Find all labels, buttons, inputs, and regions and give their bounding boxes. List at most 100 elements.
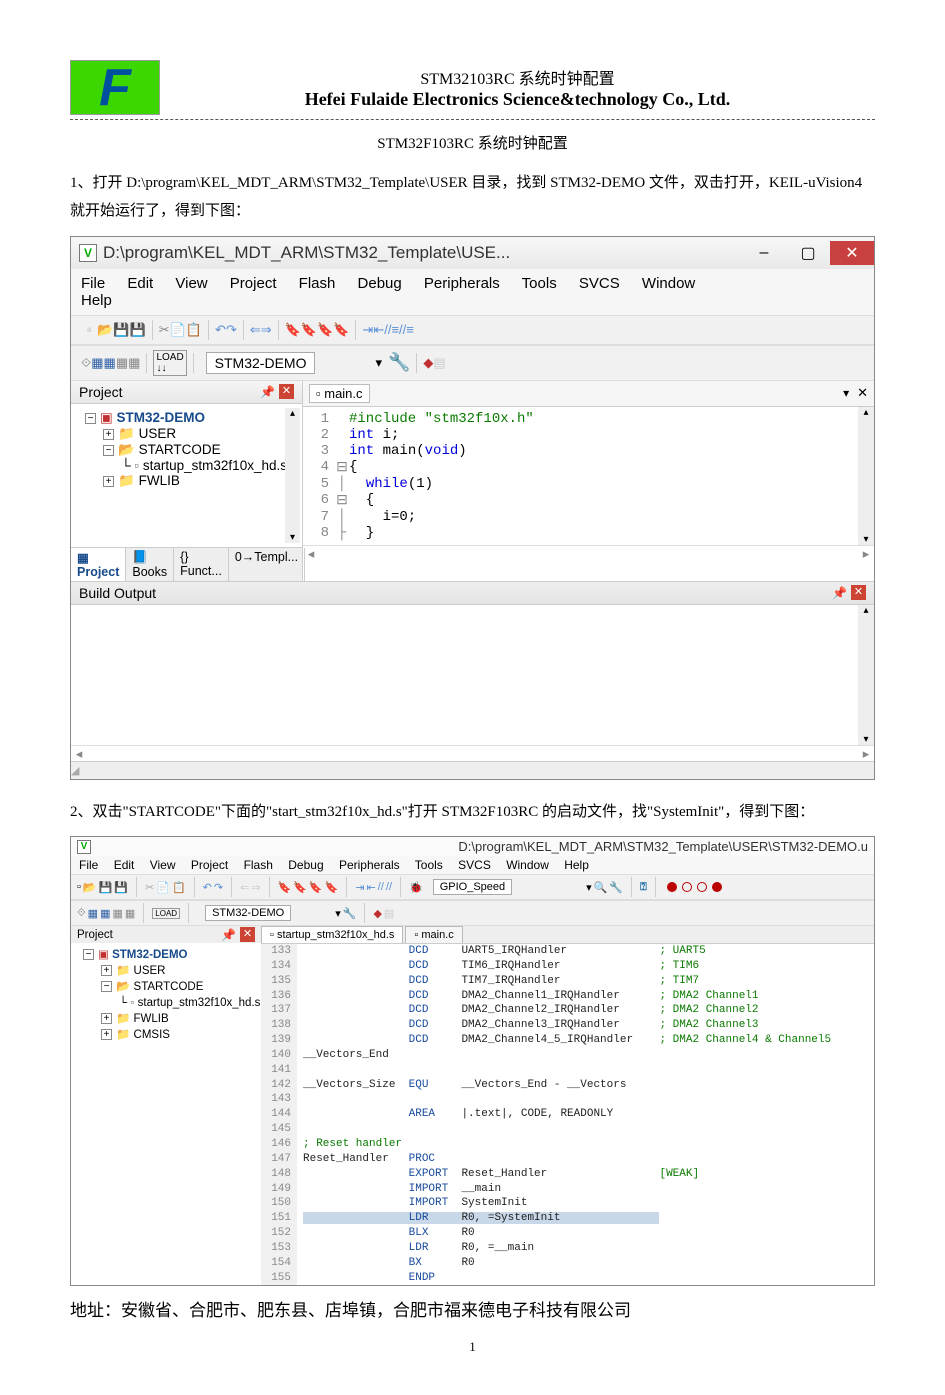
comment-icon[interactable]: // [378, 881, 384, 893]
tree-root[interactable]: STM32-DEMO [112, 949, 187, 961]
hscroll-right-icon[interactable]: ▸ [858, 746, 874, 761]
target-selector[interactable]: STM32-DEMO [206, 352, 316, 374]
outdent-icon[interactable]: ⇤ [367, 881, 376, 894]
find-combo[interactable]: GPIO_Speed [433, 879, 512, 895]
forward-icon[interactable]: ⇒ [251, 881, 260, 894]
menu-flash[interactable]: Flash [244, 858, 273, 872]
paste-icon[interactable]: 📋 [172, 881, 186, 894]
translate-icon[interactable]: ⟐ [77, 907, 86, 920]
stop-icon[interactable]: ▦ [125, 907, 135, 920]
indent-icon[interactable]: ⇥ [355, 881, 364, 894]
tree-user[interactable]: USER [134, 965, 166, 977]
menu-project[interactable]: Project [191, 858, 228, 872]
rebuild-icon[interactable]: ▦ [104, 355, 116, 371]
file-tab-mainc[interactable]: ▫ main.c [405, 926, 462, 943]
menu-help[interactable]: Help [81, 292, 112, 309]
save-icon[interactable]: 💾 [99, 881, 113, 894]
indent-icon[interactable]: ⇥ [362, 322, 373, 338]
menu-edit[interactable]: Edit [127, 275, 153, 292]
project-tree-2[interactable]: −▣ STM32-DEMO +📁 USER −📂 STARTCODE └ ▫ s… [71, 943, 261, 1048]
file-tab-mainc[interactable]: ▫ main.c [309, 384, 370, 403]
saveall-icon[interactable]: 💾 [114, 881, 128, 894]
uncomment-icon[interactable]: //≡ [399, 322, 414, 337]
tree-user[interactable]: USER [139, 426, 177, 441]
tree-root[interactable]: STM32-DEMO [117, 410, 206, 425]
hscroll-left-icon[interactable]: ◂ [71, 746, 87, 761]
menu-window[interactable]: Window [506, 858, 549, 872]
redo-icon[interactable]: ↷ [214, 881, 223, 894]
new-icon[interactable]: ▫ [77, 881, 81, 893]
bookmark-icon[interactable]: 🔖 [278, 881, 292, 894]
open-icon[interactable]: 📂 [83, 881, 97, 894]
menu-file[interactable]: File [81, 275, 105, 292]
bm3-icon[interactable]: 🔖 [309, 881, 323, 894]
tree-startfile[interactable]: startup_stm32f10x_hd.s [138, 997, 261, 1009]
tab-templates[interactable]: 0→Templ... [229, 548, 305, 581]
panel-close-icon[interactable]: ✕ [279, 384, 294, 399]
menu-tools[interactable]: Tools [522, 275, 557, 292]
config2-icon[interactable]: ▤ [384, 907, 394, 920]
menu-edit[interactable]: Edit [114, 858, 135, 872]
project-tree[interactable]: −▣ STM32-DEMO +📁 USER −📂 STARTCODE └ ▫ s… [71, 404, 302, 547]
tree-cmsis[interactable]: CMSIS [134, 1029, 170, 1041]
menu-peripherals[interactable]: Peripherals [339, 858, 400, 872]
tab-functions[interactable]: {} Funct... [174, 548, 229, 581]
find-icon[interactable]: 🔍 [594, 881, 608, 894]
copy-icon[interactable]: 📄 [170, 322, 186, 338]
comment-icon[interactable]: //≡ [384, 322, 399, 337]
undo-icon[interactable]: ↶ [215, 322, 226, 338]
build-icon[interactable]: ▦ [91, 355, 103, 371]
resize-grip-icon[interactable]: ◢ [71, 765, 81, 777]
file-tab-startup[interactable]: ▫ startup_stm32f10x_hd.s [261, 926, 403, 943]
menu-view[interactable]: View [175, 275, 207, 292]
save-icon[interactable]: 💾 [113, 322, 129, 338]
forward-icon[interactable]: ⇒ [261, 322, 272, 338]
tree-startcode[interactable]: STARTCODE [134, 981, 204, 993]
red-dot2-icon[interactable] [712, 882, 722, 892]
menu-project[interactable]: Project [230, 275, 277, 292]
pin-icon[interactable]: 📌 [221, 928, 236, 942]
maximize-button[interactable]: ▢ [786, 241, 830, 265]
bookmark-icon[interactable]: 🔖 [285, 322, 301, 338]
menu-tools[interactable]: Tools [415, 858, 443, 872]
saveall-icon[interactable]: 💾 [130, 322, 146, 338]
scrollbar[interactable]: ▴▾ [285, 408, 300, 543]
target-dropdown-icon[interactable]: ▾ [335, 907, 341, 920]
combo-dropdown-icon[interactable]: ▾ [586, 881, 592, 894]
tab-books[interactable]: 📘 Books [126, 548, 174, 581]
bookmark-clear-icon[interactable]: 🔖 [333, 322, 349, 338]
pin-icon[interactable]: 📌 [832, 586, 847, 600]
open-icon[interactable]: 📂 [97, 322, 113, 338]
target-dropdown-icon[interactable]: ▾ [375, 355, 382, 371]
config1-icon[interactable]: ◆ [423, 355, 433, 371]
red-ring-icon[interactable] [682, 882, 692, 892]
tab-dropdown-icon[interactable]: ▾ [843, 386, 849, 400]
menu-peripherals[interactable]: Peripherals [424, 275, 500, 292]
debug-icon[interactable]: 🐞 [409, 881, 423, 894]
undo-icon[interactable]: ↶ [203, 881, 212, 894]
minimize-button[interactable]: – [742, 241, 786, 265]
panel-close-icon[interactable]: ✕ [851, 585, 866, 600]
batch-icon[interactable]: ▦ [112, 907, 122, 920]
help-icon[interactable]: ⍰ [640, 881, 647, 894]
cut-icon[interactable]: ✂ [145, 881, 154, 894]
rebuild-icon[interactable]: ▦ [100, 907, 110, 920]
bookmark-prev-icon[interactable]: 🔖 [301, 322, 317, 338]
batch-icon[interactable]: ▦ [116, 355, 128, 371]
menu-svcs[interactable]: SVCS [458, 858, 491, 872]
options-icon[interactable]: 🔧 [343, 907, 357, 920]
cut-icon[interactable]: ✂ [159, 322, 170, 338]
copy-icon[interactable]: 📄 [156, 881, 170, 894]
close-button[interactable]: ✕ [830, 241, 874, 265]
menu-view[interactable]: View [150, 858, 176, 872]
back-icon[interactable]: ⇐ [240, 881, 249, 894]
tree-startcode[interactable]: STARTCODE [139, 442, 221, 457]
menu-debug[interactable]: Debug [358, 275, 402, 292]
pin-icon[interactable]: 📌 [260, 385, 275, 399]
menu-file[interactable]: File [79, 858, 98, 872]
options-icon[interactable]: 🔧 [388, 352, 410, 373]
stop-icon[interactable]: ▦ [128, 355, 140, 371]
tree-fwlib[interactable]: FWLIB [134, 1013, 169, 1025]
hscroll-right-icon[interactable]: ▸ [858, 546, 874, 561]
code-editor[interactable]: 1#include "stm32f10x.h"2int i;3int main(… [303, 407, 858, 545]
